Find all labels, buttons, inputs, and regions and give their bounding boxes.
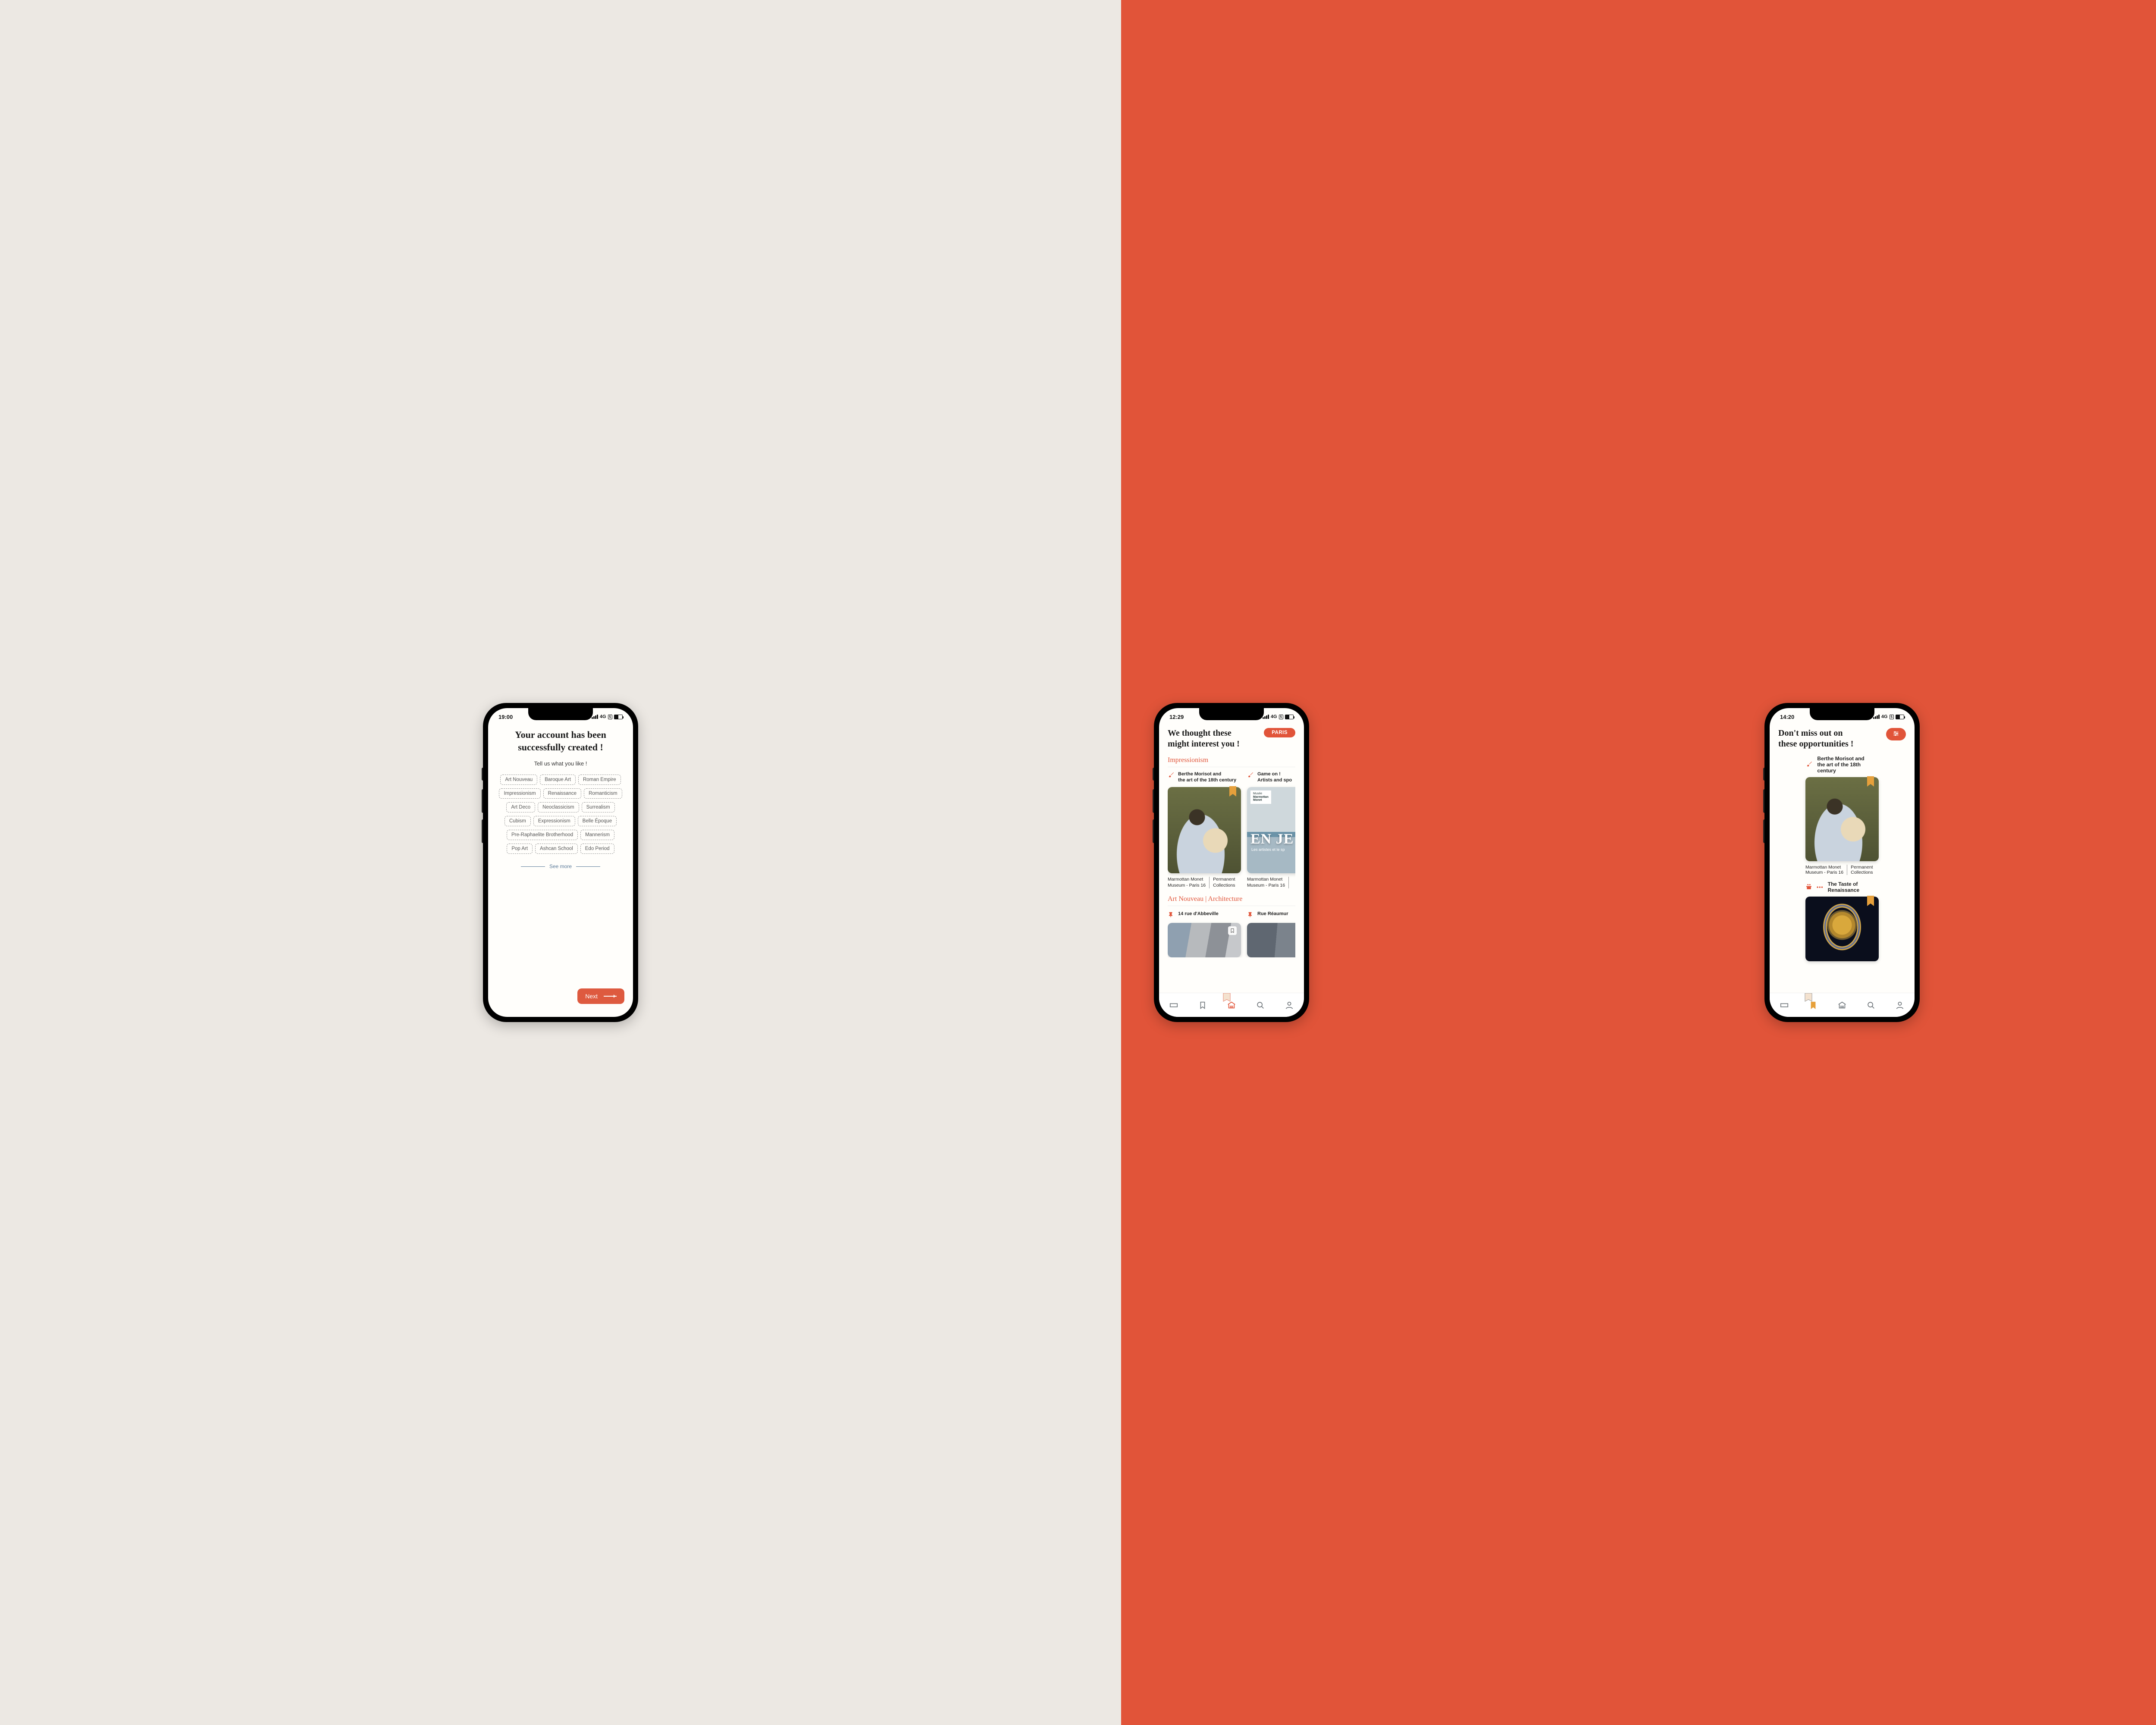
chip-cubism[interactable]: Cubism [505, 816, 531, 826]
phone-onboarding: 19:00 4G 5 Your account has been success… [483, 703, 638, 1022]
page-title: We thought these might interest you ! [1168, 728, 1240, 750]
next-button[interactable]: Next [577, 988, 624, 1004]
chip-edo-period[interactable]: Edo Period [580, 844, 614, 854]
opportunity-card-renaissance[interactable]: ••• The Taste of Renaissance [1805, 881, 1879, 961]
card-image [1805, 897, 1879, 961]
see-more-button[interactable]: See more [497, 863, 624, 869]
sliders-icon [1892, 731, 1900, 737]
chip-pop-art[interactable]: Pop Art [507, 844, 533, 854]
interest-chips: Art NouveauBaroque ArtRoman Empire Impres… [497, 775, 624, 854]
chip-baroque-art[interactable]: Baroque Art [540, 775, 576, 785]
reco-card-abbeville[interactable]: 14 rue d'Abbeville [1168, 911, 1241, 957]
signal-icon [1263, 715, 1269, 719]
reco-card-gameon[interactable]: Game on !Artists and spo Musée Marmottan… [1247, 772, 1295, 888]
status-time: 12:29 [1169, 714, 1184, 720]
chip-expressionism[interactable]: Expressionism [533, 816, 575, 826]
network-label: 4G [1881, 714, 1888, 719]
brush-icon [1247, 772, 1254, 781]
card-image [1247, 923, 1295, 957]
network-label: 4G [600, 714, 606, 719]
bookmark-outline-icon[interactable] [1228, 926, 1237, 935]
chip-surrealism[interactable]: Surrealism [582, 802, 615, 812]
nav-search[interactable] [1252, 997, 1269, 1014]
nav-ticket[interactable] [1165, 997, 1182, 1014]
section-art-nouveau: Art Nouveau | Architecture [1168, 895, 1295, 906]
reco-card-morisot[interactable]: Berthe Morisot andthe art of the 18th ce… [1168, 772, 1241, 888]
filter-button[interactable] [1886, 728, 1906, 740]
nav-profile[interactable] [1891, 997, 1908, 1014]
nav-bookmark-active[interactable] [1805, 997, 1822, 1014]
brush-icon [1168, 772, 1175, 781]
pin-icon [1247, 911, 1254, 920]
battery-icon [1285, 715, 1294, 719]
card-image [1168, 787, 1241, 873]
pin-icon [1168, 911, 1175, 920]
sim-badge: 5 [1279, 715, 1283, 719]
nav-profile[interactable] [1281, 997, 1298, 1014]
bottom-nav [1159, 993, 1304, 1017]
page-title: Don't miss out on these opportunities ! [1778, 728, 1853, 750]
more-dots-icon: ••• [1817, 884, 1824, 890]
sim-badge: 5 [608, 715, 612, 719]
brush-icon [1805, 761, 1813, 769]
card-image: Musée Marmottan Monet [1247, 787, 1295, 873]
network-label: 4G [1271, 714, 1277, 719]
sim-badge: 5 [1890, 715, 1894, 719]
bottom-nav [1770, 993, 1915, 1017]
nav-museum[interactable] [1833, 997, 1851, 1014]
chip-pre-raphaelite-brotherhood[interactable]: Pre-Raphaelite Brotherhood [507, 830, 578, 840]
card-image [1168, 923, 1241, 957]
notch [1199, 708, 1264, 720]
page-title: Your account has been successfully creat… [497, 729, 624, 753]
chip-impressionism[interactable]: Impressionism [499, 788, 540, 799]
phone-opportunities: 14:20 4G 5 Don't miss out on these oppor… [1764, 703, 1920, 1022]
battery-icon [1896, 715, 1904, 719]
opportunity-card-morisot[interactable]: Berthe Morisot andthe art of the 18th ce… [1805, 756, 1879, 875]
signal-icon [592, 715, 598, 719]
phone-recommendations: 12:29 4G 5 We thought these might intere… [1154, 703, 1309, 1022]
section-impressionism: Impressionism [1168, 756, 1295, 767]
status-time: 14:20 [1780, 714, 1794, 720]
chip-belle-poque[interactable]: Belle Époque [578, 816, 617, 826]
reco-card-reaumur[interactable]: Rue Réaumur [1247, 911, 1295, 957]
signal-icon [1873, 715, 1880, 719]
museum-plaque: Musée Marmottan Monet [1250, 790, 1271, 804]
arrow-right-icon [604, 996, 617, 997]
chip-romanticism[interactable]: Romanticism [584, 788, 622, 799]
city-pill[interactable]: PARIS [1264, 728, 1295, 737]
card-image [1805, 777, 1879, 861]
nav-bookmark[interactable] [1194, 997, 1211, 1014]
battery-icon [614, 715, 623, 719]
chip-mannerism[interactable]: Mannerism [580, 830, 614, 840]
gift-icon [1805, 883, 1812, 891]
chip-roman-empire[interactable]: Roman Empire [578, 775, 621, 785]
chip-art-deco[interactable]: Art Deco [506, 802, 535, 812]
chip-art-nouveau[interactable]: Art Nouveau [500, 775, 537, 785]
page-subtitle: Tell us what you like ! [497, 760, 624, 767]
nav-search[interactable] [1862, 997, 1880, 1014]
notch [1810, 708, 1874, 720]
notch [528, 708, 593, 720]
chip-ashcan-school[interactable]: Ashcan School [535, 844, 578, 854]
status-time: 19:00 [498, 714, 513, 720]
chip-neoclassicism[interactable]: Neoclassicism [538, 802, 579, 812]
nav-museum-active[interactable] [1223, 997, 1240, 1014]
nav-ticket[interactable] [1776, 997, 1793, 1014]
bookmark-ribbon-icon[interactable] [1229, 786, 1237, 797]
bookmark-ribbon-icon[interactable] [1867, 896, 1874, 907]
bookmark-ribbon-icon[interactable] [1867, 776, 1874, 787]
chip-renaissance[interactable]: Renaissance [543, 788, 581, 799]
